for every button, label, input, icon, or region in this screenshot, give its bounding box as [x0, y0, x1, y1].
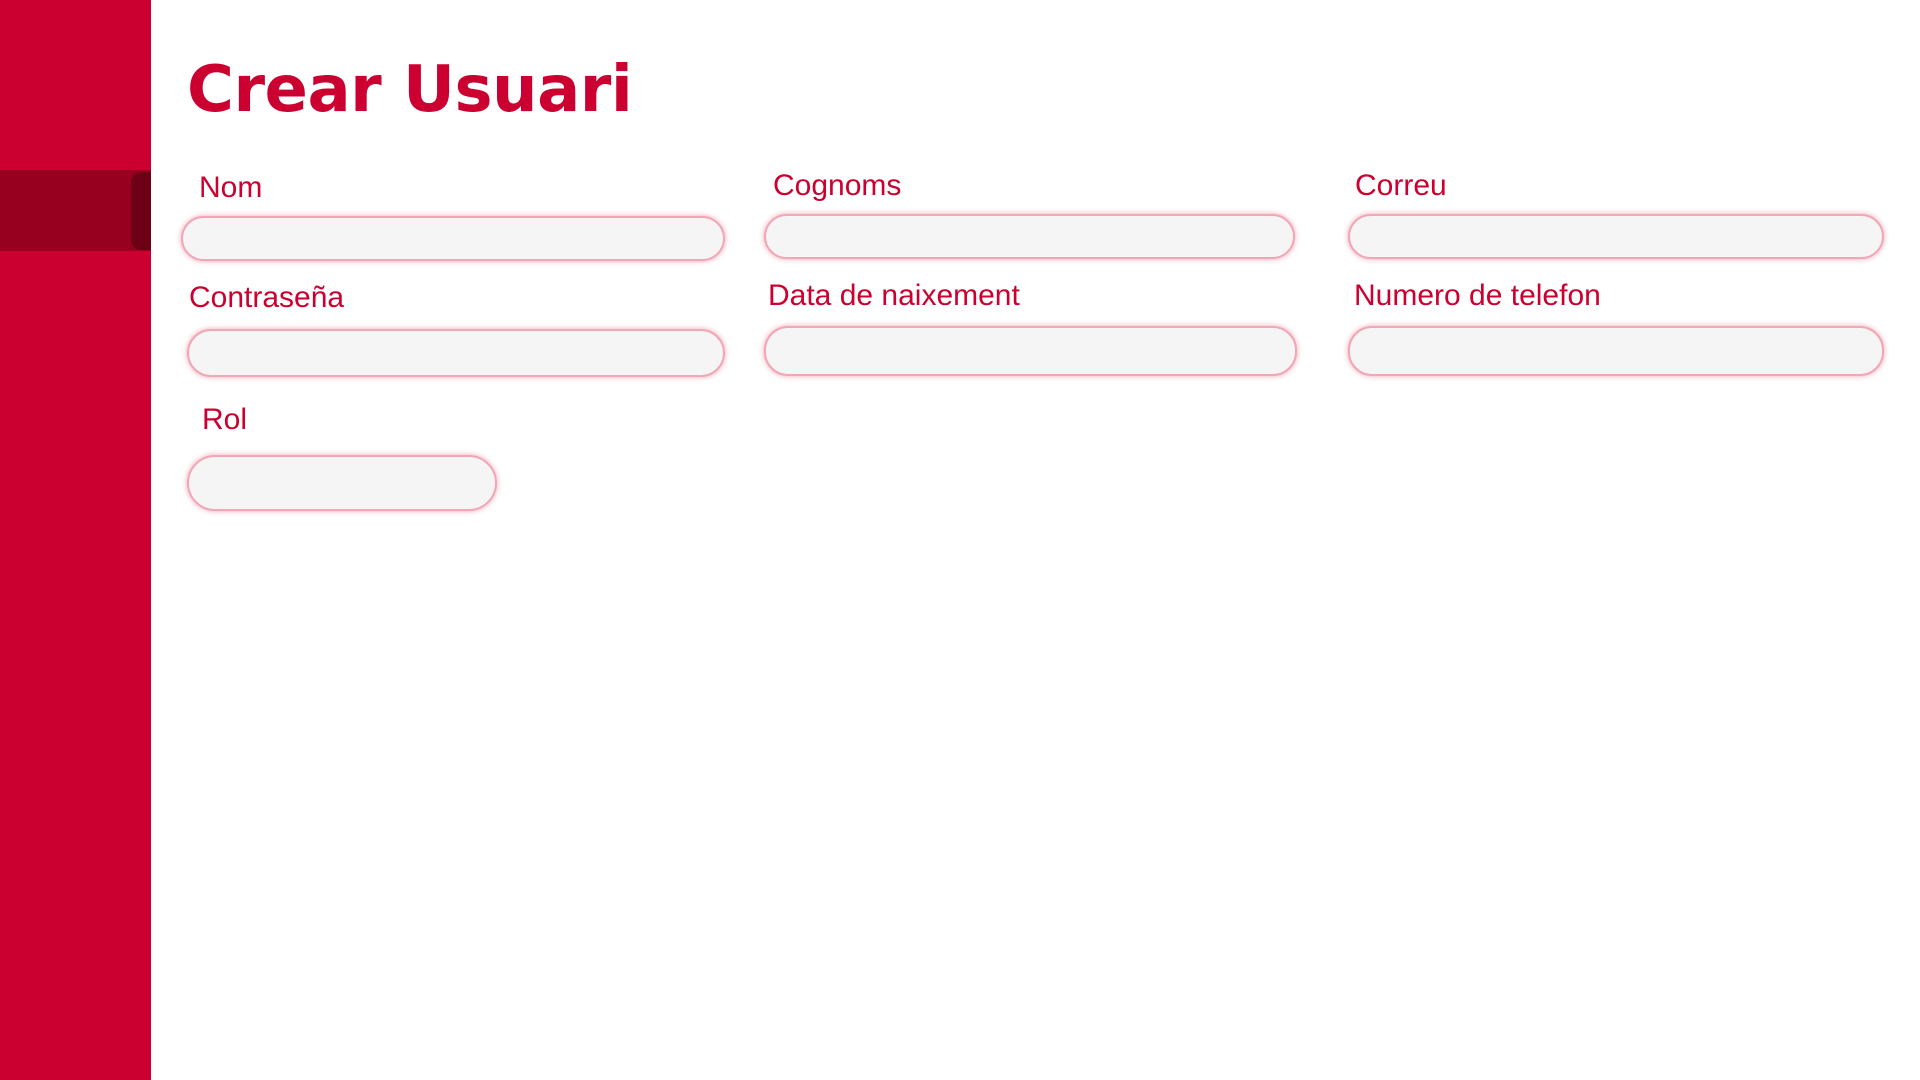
sidebar: [0, 0, 151, 1080]
nom-label: Nom: [199, 171, 263, 204]
sidebar-active-indicator: [131, 172, 151, 250]
contrasena-label: Contraseña: [189, 281, 345, 314]
correu-label: Correu: [1355, 169, 1447, 202]
sidebar-item-active[interactable]: [0, 170, 151, 251]
telefon-label: Numero de telefon: [1354, 279, 1601, 312]
rol-label: Rol: [202, 403, 248, 436]
page-title: Crear Usuari: [187, 53, 633, 127]
data-naixement-input[interactable]: [764, 326, 1297, 376]
telefon-input[interactable]: [1348, 326, 1884, 376]
nom-input[interactable]: [181, 216, 725, 261]
contrasena-input[interactable]: [187, 329, 725, 377]
correu-input[interactable]: [1348, 214, 1884, 259]
data-naixement-label: Data de naixement: [768, 279, 1020, 312]
cognoms-input[interactable]: [764, 214, 1295, 259]
rol-input[interactable]: [187, 455, 497, 511]
cognoms-label: Cognoms: [773, 169, 902, 202]
